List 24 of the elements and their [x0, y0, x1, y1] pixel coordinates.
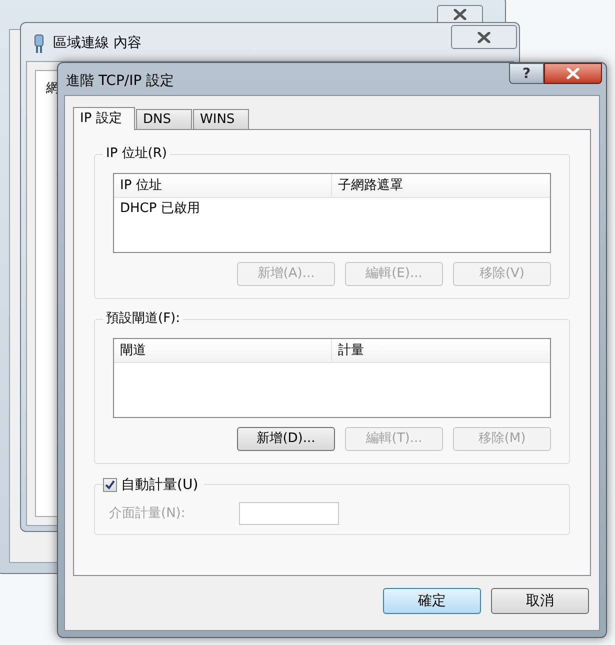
- column-header[interactable]: 閘道: [114, 339, 332, 362]
- tab[interactable]: DNS: [136, 109, 192, 129]
- window-title: 區域連線 內容: [53, 34, 142, 53]
- close-icon: [453, 8, 467, 20]
- column-header[interactable]: 計量: [332, 339, 550, 362]
- list-item[interactable]: DHCP 已啟用: [114, 198, 206, 220]
- network-plug-icon: [33, 34, 45, 54]
- column-header[interactable]: 子網路遮罩: [332, 174, 550, 197]
- close-icon: [566, 68, 580, 79]
- close-button[interactable]: [451, 25, 517, 49]
- column-header[interactable]: IP 位址: [114, 174, 332, 197]
- close-button[interactable]: [544, 63, 602, 84]
- checkbox[interactable]: [103, 478, 117, 492]
- close-button[interactable]: [437, 5, 483, 22]
- close-icon: [477, 32, 491, 42]
- checkmark-icon: [105, 480, 115, 490]
- tab[interactable]: WINS: [193, 109, 249, 129]
- dialog-button[interactable]: 確定: [383, 588, 481, 614]
- field-label: 介面計量(N):: [109, 504, 186, 523]
- help-button[interactable]: ?: [509, 63, 544, 84]
- window-title: 進階 TCP/IP 設定: [66, 72, 174, 91]
- dialog-button[interactable]: 新增(D)...: [237, 427, 335, 451]
- tab[interactable]: IP 設定: [73, 107, 135, 130]
- dialog-button[interactable]: 取消: [491, 588, 589, 614]
